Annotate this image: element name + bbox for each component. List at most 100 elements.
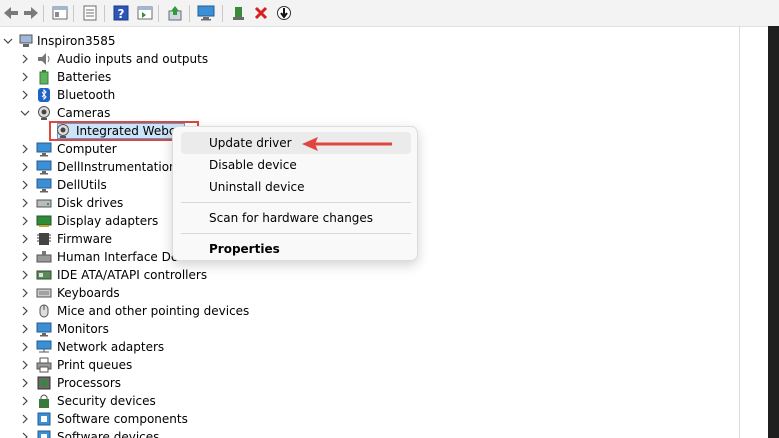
pane-divider — [739, 26, 740, 438]
tree-item-label: Security devices — [57, 394, 156, 408]
chevron-right-icon[interactable] — [20, 288, 30, 298]
tree-item-label: IDE ATA/ATAPI controllers — [57, 268, 208, 282]
monitor-icon — [36, 141, 52, 157]
tree-item[interactable]: Cameras — [0, 104, 700, 122]
tree-item[interactable]: Print queues — [0, 356, 700, 374]
chevron-right-icon[interactable] — [20, 198, 30, 208]
menu-item-label: Disable device — [209, 158, 297, 172]
tree-item[interactable]: Keyboards — [0, 284, 700, 302]
chevron-right-icon[interactable] — [20, 414, 30, 424]
chevron-right-icon[interactable] — [20, 360, 30, 370]
mouse-icon — [36, 303, 52, 319]
enable-device-icon[interactable] — [230, 4, 248, 22]
network-icon — [36, 339, 52, 355]
annotation-arrow-icon — [300, 136, 395, 155]
toolbar-separator — [73, 5, 74, 22]
chevron-right-icon[interactable] — [20, 378, 30, 388]
menu-item-scan-hardware[interactable]: Scan for hardware changes — [181, 207, 411, 229]
bluetooth-icon — [36, 87, 52, 103]
menu-item-uninstall-device[interactable]: Uninstall device — [181, 176, 411, 198]
tree-item-label: Bluetooth — [57, 88, 116, 102]
action-pane-icon[interactable] — [136, 4, 154, 22]
toolbar-separator — [222, 5, 223, 22]
disable-device-icon[interactable] — [275, 4, 293, 22]
tree-item-label: Keyboards — [57, 286, 120, 300]
tree-item-label: Audio inputs and outputs — [57, 52, 209, 66]
tree-item[interactable]: IDE ATA/ATAPI controllers — [0, 266, 700, 284]
tree-item-label: Disk drives — [57, 196, 124, 210]
software-icon — [36, 411, 52, 427]
chevron-down-icon[interactable] — [20, 108, 30, 118]
scan-hardware-icon[interactable] — [197, 4, 215, 22]
tree-item-label: Software components — [57, 412, 188, 426]
chevron-right-icon[interactable] — [20, 252, 30, 262]
tree-item[interactable]: Network adapters — [0, 338, 700, 356]
tree-item-label: DellInstrumentation — [57, 160, 177, 174]
chevron-right-icon[interactable] — [20, 270, 30, 280]
tree-item[interactable]: Bluetooth — [0, 86, 700, 104]
keyboard-icon — [36, 285, 52, 301]
battery-icon — [36, 69, 52, 85]
tree-item-label: Computer — [57, 142, 117, 156]
tree-item[interactable]: Software devices — [0, 428, 700, 438]
tree-item[interactable]: Monitors — [0, 320, 700, 338]
tree-item-label: Monitors — [57, 322, 109, 336]
update-driver-icon[interactable] — [166, 4, 184, 22]
tree-item[interactable]: Software components — [0, 410, 700, 428]
help-icon[interactable]: ? — [112, 4, 130, 22]
svg-text:?: ? — [118, 7, 125, 21]
chevron-right-icon[interactable] — [20, 324, 30, 334]
chevron-right-icon[interactable] — [20, 234, 30, 244]
tree-item[interactable]: Security devices — [0, 392, 700, 410]
tree-item-label: Processors — [57, 376, 122, 390]
tree-item[interactable]: Batteries — [0, 68, 700, 86]
chevron-right-icon[interactable] — [20, 396, 30, 406]
chevron-right-icon[interactable] — [20, 342, 30, 352]
menu-item-disable-device[interactable]: Disable device — [181, 154, 411, 176]
chip-icon — [36, 231, 52, 247]
menu-item-label: Uninstall device — [209, 180, 305, 194]
tree-item-label: Inspiron3585 — [37, 34, 116, 48]
show-hide-console-tree-icon[interactable] — [51, 4, 69, 22]
menu-item-label: Update driver — [209, 136, 292, 150]
chevron-right-icon[interactable] — [20, 54, 30, 64]
tree-item[interactable]: Processors — [0, 374, 700, 392]
tree-item-label: DellUtils — [57, 178, 107, 192]
menu-item-properties[interactable]: Properties — [181, 238, 411, 260]
forward-icon[interactable] — [22, 4, 40, 22]
chevron-right-icon[interactable] — [20, 306, 30, 316]
printer-icon — [36, 357, 52, 373]
toolbar: ? — [0, 0, 779, 27]
security-icon — [36, 393, 52, 409]
properties-icon[interactable] — [81, 4, 99, 22]
tree-item-label: Human Interface Dev — [57, 250, 186, 264]
chevron-right-icon[interactable] — [20, 180, 30, 190]
tree-item[interactable]: Mice and other pointing devices — [0, 302, 700, 320]
speaker-icon — [36, 51, 52, 67]
menu-separator — [181, 233, 411, 234]
menu-separator — [181, 202, 411, 203]
processor-icon — [36, 375, 52, 391]
toolbar-separator — [189, 5, 190, 22]
back-icon[interactable] — [2, 4, 20, 22]
menu-item-label: Properties — [209, 242, 280, 256]
right-edge-frame — [768, 26, 779, 438]
uninstall-icon[interactable] — [252, 4, 270, 22]
ide-icon — [36, 267, 52, 283]
tree-item[interactable]: Audio inputs and outputs — [0, 50, 700, 68]
software-icon — [36, 429, 52, 438]
tree-root[interactable]: Inspiron3585 — [0, 32, 700, 50]
chevron-right-icon[interactable] — [20, 162, 30, 172]
tree-item-label: Display adapters — [57, 214, 159, 228]
chevron-down-icon[interactable] — [3, 36, 13, 46]
chevron-right-icon[interactable] — [20, 72, 30, 82]
hid-icon — [36, 249, 52, 265]
chevron-right-icon[interactable] — [20, 90, 30, 100]
chevron-right-icon[interactable] — [20, 216, 30, 226]
tree-item-label: Network adapters — [57, 340, 165, 354]
chevron-right-icon[interactable] — [20, 144, 30, 154]
monitor-icon — [36, 321, 52, 337]
display-adapter-icon — [36, 213, 52, 229]
chevron-right-icon[interactable] — [20, 432, 30, 438]
disk-icon — [36, 195, 52, 211]
